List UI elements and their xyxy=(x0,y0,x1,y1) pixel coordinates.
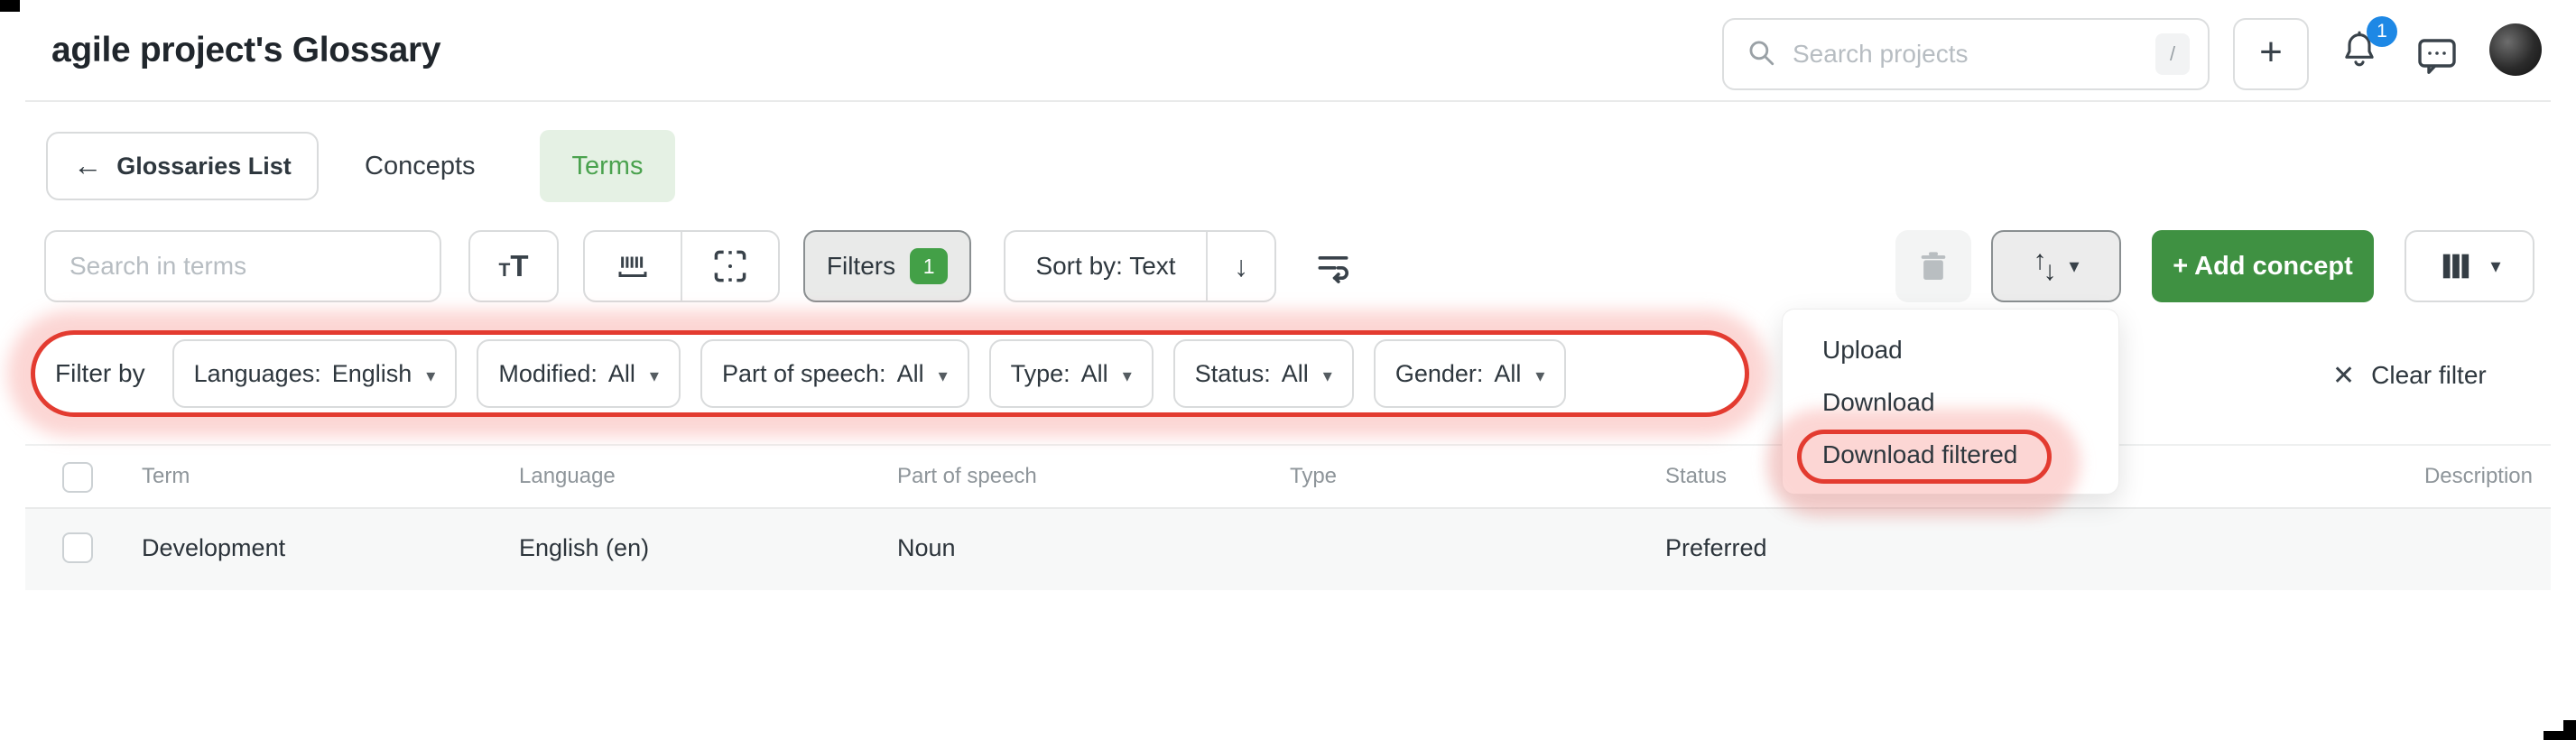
menu-item-upload[interactable]: Upload xyxy=(1783,324,2118,376)
table-header: Term Language Part of speech Type Status Desc… xyxy=(0,446,2576,507)
filter-dropdown-languages[interactable]: Languages: English xyxy=(171,339,458,408)
chevron-down-icon xyxy=(2490,254,2500,278)
filter-value: All xyxy=(896,359,924,387)
exact-match-button[interactable] xyxy=(681,232,778,301)
barcode-icon xyxy=(618,256,647,277)
filter-label: Languages: xyxy=(193,359,321,387)
filters-count-badge: 1 xyxy=(910,248,949,284)
upload-download-dropdown-button[interactable]: ↑↓ xyxy=(1991,230,2121,302)
tab-terms[interactable]: Terms xyxy=(540,130,675,202)
chevron-down-icon xyxy=(1119,360,1132,388)
filter-label: Modified: xyxy=(498,359,598,387)
menu-item-download[interactable]: Download xyxy=(1783,376,2118,429)
notifications-button[interactable]: 1 xyxy=(2340,16,2397,83)
sort-split-button: Sort by: Text xyxy=(1004,230,1276,302)
filter-label: Gender: xyxy=(1395,359,1484,387)
cell-term: Development xyxy=(142,534,286,561)
column-header-description: Description xyxy=(2423,464,2533,488)
wrap-text-button[interactable] xyxy=(1302,230,1365,302)
back-arrow-icon: ← xyxy=(73,148,103,181)
filter-dropdown-part-of-speech[interactable]: Part of speech: All xyxy=(700,339,969,408)
chevron-down-icon xyxy=(935,360,948,388)
user-avatar[interactable] xyxy=(2489,23,2542,76)
screenshot-corner-mark xyxy=(0,0,20,12)
filter-bar: Filter by Languages:EnglishModified:AllP… xyxy=(31,330,1749,417)
filter-value: All xyxy=(1494,359,1522,387)
filter-label: Part of speech: xyxy=(721,359,886,387)
sort-direction-button[interactable] xyxy=(1206,232,1274,301)
delete-button[interactable] xyxy=(1895,230,1971,302)
wrap-text-icon xyxy=(1318,256,1348,283)
search-in-terms-field[interactable] xyxy=(69,252,416,281)
chevron-down-icon xyxy=(1532,360,1544,388)
screenshot-corner-mark xyxy=(2563,720,2576,740)
notification-badge: 1 xyxy=(2367,16,2397,47)
filter-value: All xyxy=(607,359,635,387)
columns-button[interactable] xyxy=(2405,230,2534,302)
glossaries-list-back-button[interactable]: ← Glossaries List xyxy=(46,132,319,200)
chevron-down-icon xyxy=(1320,360,1332,388)
column-header-part-of-speech: Part of speech xyxy=(897,464,1037,488)
filter-by-label: Filter by xyxy=(55,359,145,387)
search-icon xyxy=(1746,37,1776,72)
search-projects-field[interactable] xyxy=(1793,40,2155,69)
cell-status: Preferred xyxy=(1665,534,1767,561)
trash-icon xyxy=(1921,252,1946,280)
match-case-button[interactable]: TT xyxy=(468,230,559,302)
row-checkbox[interactable] xyxy=(62,532,93,563)
filter-dropdown-status[interactable]: Status: All xyxy=(1172,339,1354,408)
close-icon: ✕ xyxy=(2332,360,2356,391)
table-row[interactable]: Development English (en) Noun Preferred xyxy=(25,509,2551,590)
header-divider xyxy=(25,100,2551,102)
filter-label: Status: xyxy=(1194,359,1271,387)
chevron-down-icon xyxy=(2069,254,2079,278)
filter-value: English xyxy=(331,359,412,387)
search-in-terms-input[interactable] xyxy=(44,230,441,302)
columns-icon xyxy=(2443,254,2469,279)
cell-part-of-speech: Noun xyxy=(897,534,956,561)
column-header-term: Term xyxy=(142,464,190,488)
filter-dropdowns: Languages:EnglishModified:AllPart of spe… xyxy=(171,339,1567,408)
filter-dropdown-type[interactable]: Type: All xyxy=(988,339,1154,408)
column-header-language: Language xyxy=(519,464,616,488)
match-case-icon: TT xyxy=(498,249,529,282)
tab-concepts[interactable]: Concepts xyxy=(365,132,476,200)
whole-word-button[interactable] xyxy=(585,232,681,301)
keyboard-shortcut-hint: / xyxy=(2155,33,2190,75)
chevron-down-icon xyxy=(422,360,435,388)
filter-value: All xyxy=(1281,359,1309,387)
column-header-type: Type xyxy=(1290,464,1338,488)
upload-download-menu: Upload Download Download filtered xyxy=(1766,309,2119,517)
chevron-down-icon xyxy=(646,360,659,388)
filter-dropdown-modified[interactable]: Modified: All xyxy=(477,339,681,408)
menu-item-download-filtered[interactable]: Download filtered xyxy=(1783,429,2118,481)
filter-value: All xyxy=(1080,359,1108,387)
sort-by-button[interactable]: Sort by: Text xyxy=(1005,232,1206,301)
cell-language: English (en) xyxy=(519,534,650,561)
clear-filter-button[interactable]: ✕ Clear filter xyxy=(2332,356,2487,395)
select-all-checkbox[interactable] xyxy=(62,462,93,493)
search-mode-button-group xyxy=(583,230,780,302)
filter-label: Type: xyxy=(1010,359,1070,387)
chat-icon xyxy=(2418,39,2456,74)
selection-frame-icon xyxy=(714,250,746,282)
filter-dropdown-gender[interactable]: Gender: All xyxy=(1373,339,1567,408)
column-header-status: Status xyxy=(1665,464,1728,488)
feedback-button[interactable] xyxy=(2415,36,2459,76)
page-title: agile project's Glossary xyxy=(51,31,441,69)
glossary-page: agile project's Glossary / 1 ← Glossarie… xyxy=(0,0,2576,740)
filters-button[interactable]: Filters 1 xyxy=(803,230,971,302)
up-down-arrows-icon: ↑↓ xyxy=(2033,245,2056,286)
search-projects-input[interactable]: / xyxy=(1722,18,2210,90)
add-concept-button[interactable]: + Add concept xyxy=(2152,230,2374,302)
new-project-button[interactable] xyxy=(2233,18,2309,90)
